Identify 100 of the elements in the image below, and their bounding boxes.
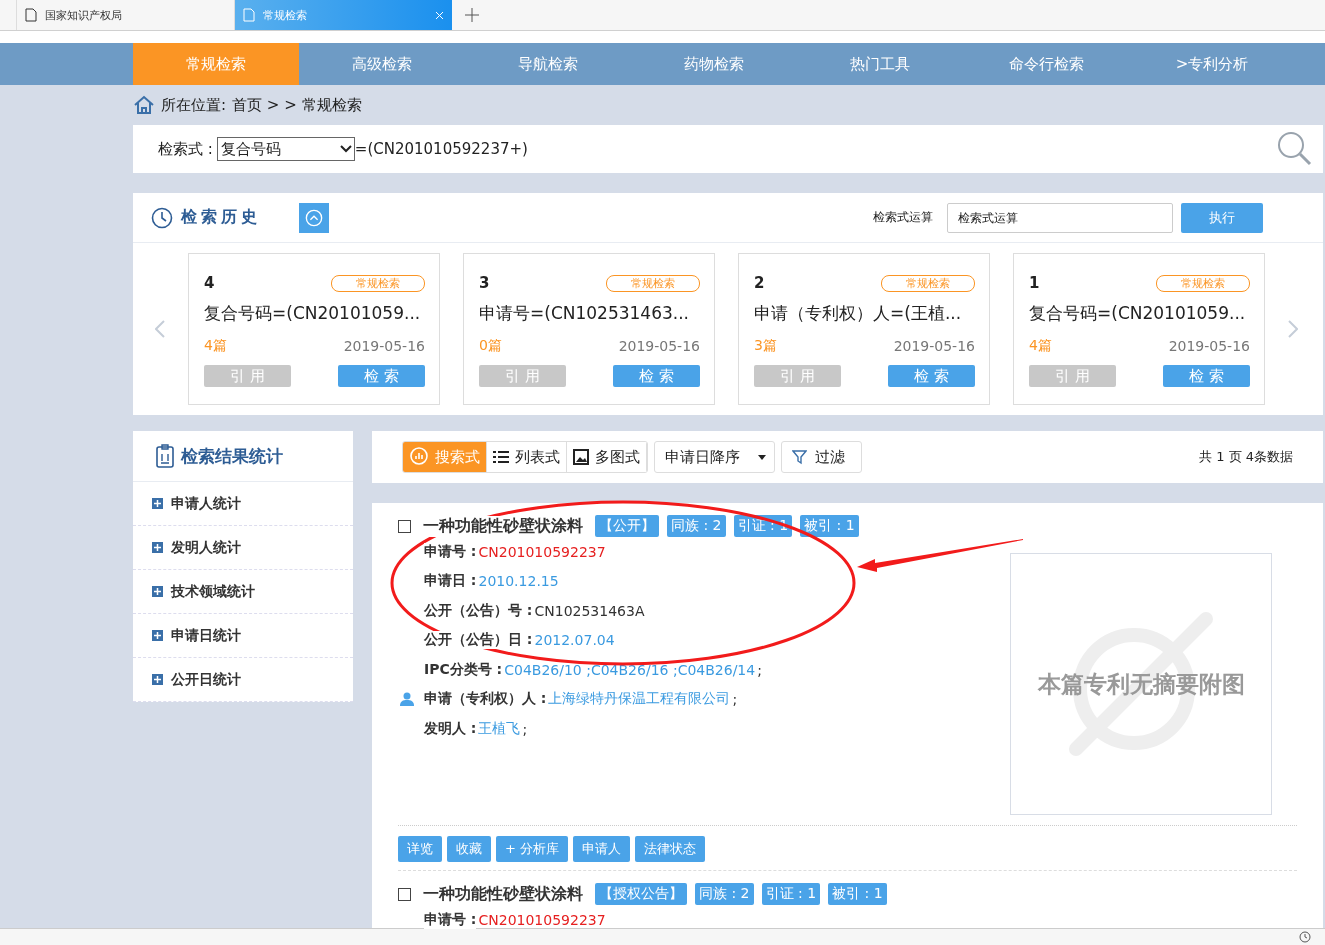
image-icon <box>573 449 589 465</box>
chevron-left-icon[interactable] <box>155 320 165 338</box>
result-count: 4篇 <box>204 337 227 355</box>
action-button[interactable]: + 分析库 <box>496 836 569 862</box>
search-button[interactable]: 检 索 <box>1163 365 1250 387</box>
checkbox[interactable] <box>398 887 411 901</box>
chevron-right-icon[interactable] <box>1288 320 1298 338</box>
breadcrumb-path: 首页 > > 常规检索 <box>232 95 362 115</box>
list-icon <box>493 450 509 464</box>
stats-item[interactable]: 发明人统计 <box>133 526 353 570</box>
history-number: 1 <box>1029 274 1040 292</box>
patent-title[interactable]: 一种功能性砂壁状涂料 <box>423 515 583 537</box>
history-date: 2019-05-16 <box>893 338 975 354</box>
nav-tab[interactable]: 导航检索 <box>465 43 631 85</box>
field-value[interactable]: CN201010592237 <box>478 911 606 928</box>
field-value[interactable]: 上海绿特丹保温工程有限公司 <box>548 690 731 709</box>
field-value[interactable]: 2012.07.04 <box>534 632 615 649</box>
search-icon[interactable] <box>1277 131 1313 167</box>
clock-icon <box>1299 931 1311 943</box>
no-image-text: 本篇专利无摘要附图 <box>1037 669 1245 699</box>
home-icon[interactable] <box>133 95 155 115</box>
chat-bubble-icon <box>409 447 429 467</box>
plus-square-icon <box>152 630 163 641</box>
history-query: 申请（专利权）人=(王植... <box>754 302 963 325</box>
stats-item[interactable]: 技术领域统计 <box>133 570 353 614</box>
search-type-tag: 常规检索 <box>606 274 700 292</box>
patent-tag[interactable]: 同族 : 2 <box>667 515 726 537</box>
patent-tag[interactable]: 同族 : 2 <box>695 883 754 905</box>
field-label: 公开（公告）日 : <box>424 631 533 650</box>
stats-title: 检索结果统计 <box>181 444 283 468</box>
chevron-down-icon <box>339 145 352 153</box>
nav-tab[interactable]: 高级检索 <box>299 43 465 85</box>
sort-dropdown[interactable]: 申请日降序 <box>654 441 775 473</box>
action-button[interactable]: 收藏 <box>447 836 491 862</box>
field-label: 发明人 : <box>424 719 477 738</box>
plus-icon[interactable] <box>465 8 479 22</box>
close-icon[interactable] <box>435 10 444 20</box>
chevron-up-icon <box>305 207 323 228</box>
action-button[interactable]: 详览 <box>398 836 442 862</box>
search-button[interactable]: 检 索 <box>338 365 425 387</box>
plus-square-icon <box>152 674 163 685</box>
action-button[interactable]: 申请人 <box>573 836 631 862</box>
history-number: 3 <box>479 274 490 292</box>
search-button[interactable]: 检 索 <box>888 365 975 387</box>
field-label: 申请号 : <box>424 542 477 561</box>
search-type-select[interactable]: 复合号码 <box>216 137 355 161</box>
stats-item[interactable]: 申请人统计 <box>133 482 353 526</box>
history-query: 复合号码=(CN20101059... <box>204 302 422 325</box>
clock-icon <box>151 206 173 229</box>
calc-input-field[interactable]: 检索式运算 <box>947 202 1173 233</box>
field-value[interactable]: 王植飞 <box>478 719 521 738</box>
search-label: 检索式 : <box>158 139 213 159</box>
stats-item[interactable]: 公开日统计 <box>133 658 353 702</box>
separator-text: ; <box>522 720 528 737</box>
result-count: 0篇 <box>479 337 502 355</box>
plus-square-icon <box>152 542 163 553</box>
caret-icon <box>758 454 766 460</box>
field-value[interactable]: C04B26/10 ;C04B26/16 ;C04B26/14 <box>504 661 756 678</box>
patent-title[interactable]: 一种功能性砂壁状涂料 <box>423 883 583 905</box>
search-type-tag: 常规检索 <box>1156 274 1250 292</box>
collapse-button[interactable] <box>299 202 329 233</box>
field-value[interactable]: CN201010592237 <box>478 543 606 560</box>
checkbox[interactable] <box>398 519 411 533</box>
result-count: 3篇 <box>754 337 777 355</box>
patent-tag[interactable]: 被引 : 1 <box>800 515 859 537</box>
browser-tab[interactable]: 常规检索 <box>234 0 452 30</box>
separator-text: ; <box>732 691 738 708</box>
nav-tab[interactable]: 热门工具 <box>797 43 963 85</box>
field-label: IPC分类号 : <box>424 660 503 679</box>
run-button[interactable]: 执行 <box>1181 202 1263 233</box>
history-date: 2019-05-16 <box>1168 338 1250 354</box>
history-query: 申请号=(CN102531463... <box>479 302 691 325</box>
history-query: 复合号码=(CN20101059... <box>1029 302 1247 325</box>
nav-tab[interactable]: 药物检索 <box>631 43 797 85</box>
nav-tab[interactable]: 常规检索 <box>133 43 299 85</box>
breadcrumb-label: 所在位置: <box>161 95 227 115</box>
plus-square-icon <box>152 586 163 597</box>
patent-tag[interactable]: 【授权公告】 <box>595 883 687 905</box>
result-count: 4篇 <box>1029 337 1052 355</box>
history-number: 2 <box>754 274 765 292</box>
patent-tag[interactable]: 被引 : 1 <box>828 883 887 905</box>
nav-tab[interactable]: 命令行检索 <box>963 43 1129 85</box>
calc-label: 检索式运算 <box>873 209 933 226</box>
stats-item[interactable]: 申请日统计 <box>133 614 353 658</box>
search-button[interactable]: 检 索 <box>613 365 700 387</box>
history-number: 4 <box>204 274 215 292</box>
history-title: 检索历史 <box>181 207 261 228</box>
separator-text: ; <box>757 661 762 678</box>
view-tab[interactable]: 搜索式 <box>403 442 487 472</box>
filter-button[interactable]: 过滤 <box>781 441 862 473</box>
patent-tag[interactable]: 【公开】 <box>595 515 659 537</box>
nav-tab[interactable]: >专利分析 <box>1129 43 1295 85</box>
patent-tag[interactable]: 引证 : 1 <box>761 883 821 905</box>
search-query: =(CN201010592237+) <box>354 140 528 158</box>
action-button[interactable]: 法律状态 <box>635 836 706 862</box>
field-value[interactable]: 2010.12.15 <box>478 573 559 590</box>
search-type-tag: 常规检索 <box>331 274 425 292</box>
history-date: 2019-05-16 <box>618 338 700 354</box>
field-label: 申请号 : <box>424 910 477 929</box>
field-label: 公开（公告）号 : <box>424 601 533 620</box>
